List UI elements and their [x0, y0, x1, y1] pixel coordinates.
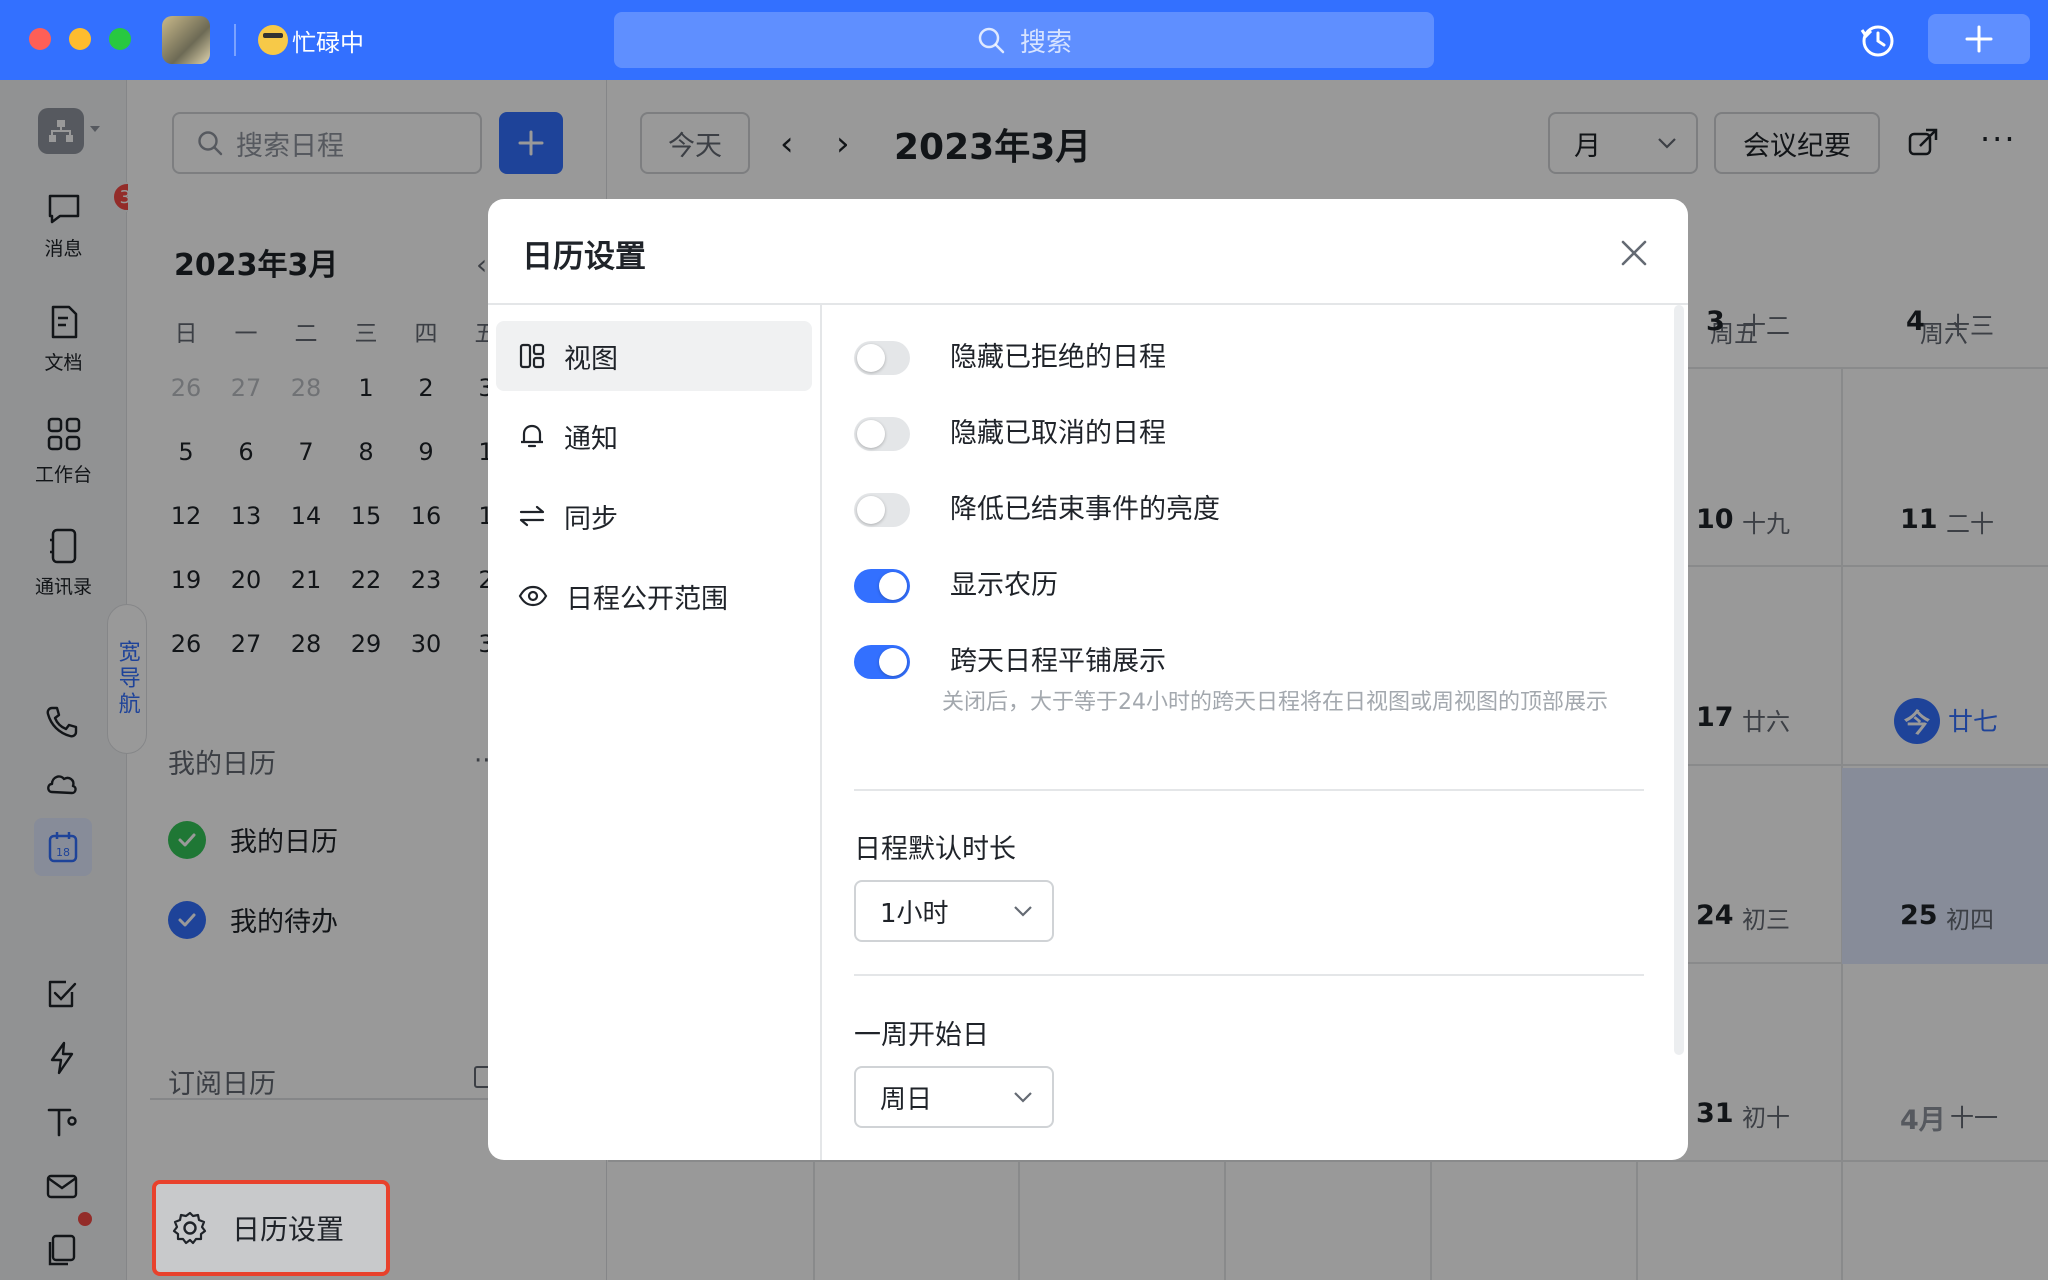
plus-icon — [1965, 25, 1993, 53]
setting-hide-cancelled[interactable]: 隐藏已取消的日程 — [854, 417, 1166, 451]
setting-dim-ended[interactable]: 降低已结束事件的亮度 — [854, 493, 1220, 527]
toggle-knob — [879, 648, 907, 676]
toggle-switch[interactable] — [854, 417, 910, 451]
dialog-title: 日历设置 — [522, 239, 646, 275]
settings-tab-visibility[interactable]: 日程公开范围 — [496, 561, 812, 631]
search-icon — [978, 27, 1005, 54]
close-icon[interactable] — [1614, 233, 1654, 273]
setting-show-lunar[interactable]: 显示农历 — [854, 569, 1058, 603]
settings-tab-label: 日程公开范围 — [566, 583, 728, 615]
global-search-input[interactable]: 搜索 — [614, 12, 1434, 68]
setting-label: 降低已结束事件的亮度 — [950, 494, 1220, 525]
week-start-value: 周日 — [880, 1084, 933, 1115]
user-status[interactable]: 忙碌中 — [258, 22, 364, 58]
week-start-label: 一周开始日 — [854, 1020, 989, 1051]
settings-tab-sync[interactable]: 同步 — [496, 481, 812, 551]
user-avatar[interactable] — [162, 16, 210, 64]
setting-description: 关闭后，大于等于24小时的跨天日程将在日视图或周视图的顶部展示 — [942, 690, 1608, 715]
toggle-knob — [857, 496, 885, 524]
setting-label: 隐藏已取消的日程 — [950, 418, 1166, 449]
calendar-settings-dialog: 日历设置 视图 通知 同步 日程公开范围 隐藏已拒绝的日程 隐藏已取消的日程 降… — [488, 199, 1688, 1160]
settings-tab-label: 视图 — [564, 343, 618, 375]
window-minimize-button[interactable] — [69, 28, 91, 50]
sync-icon — [519, 505, 545, 527]
title-bar: 忙碌中 搜索 — [0, 0, 2048, 80]
setting-label: 隐藏已拒绝的日程 — [950, 342, 1166, 373]
default-duration-select[interactable]: 1小时 — [854, 880, 1054, 942]
setting-label: 跨天日程平铺展示 — [950, 646, 1166, 677]
search-placeholder: 搜索 — [1019, 27, 1072, 58]
chevron-down-icon — [1014, 906, 1032, 917]
toggle-knob — [879, 572, 907, 600]
default-duration-value: 1小时 — [880, 898, 949, 929]
calendar-settings-label: 日历设置 — [232, 1213, 345, 1246]
dialog-scrollbar[interactable] — [1674, 305, 1684, 1055]
setting-label: 显示农历 — [950, 570, 1058, 601]
toggle-switch[interactable] — [854, 341, 910, 375]
window-zoom-button[interactable] — [109, 28, 131, 50]
toggle-switch[interactable] — [854, 645, 910, 679]
settings-tab-notification[interactable]: 通知 — [496, 401, 812, 471]
layout-icon — [519, 343, 545, 369]
title-divider — [234, 24, 236, 56]
bell-icon — [521, 424, 543, 448]
dialog-menu-divider — [820, 305, 822, 1160]
toggle-switch[interactable] — [854, 493, 910, 527]
toggle-knob — [857, 420, 885, 448]
eye-icon — [518, 585, 548, 607]
section-divider — [854, 974, 1644, 976]
settings-tab-view[interactable]: 视图 — [496, 321, 812, 391]
gear-icon — [172, 1211, 207, 1245]
settings-tab-label: 通知 — [564, 423, 618, 455]
create-button[interactable] — [1928, 14, 2030, 64]
setting-hide-declined[interactable]: 隐藏已拒绝的日程 — [854, 341, 1166, 375]
busy-emoji-icon — [258, 25, 288, 55]
section-divider — [854, 789, 1644, 791]
toggle-switch[interactable] — [854, 569, 910, 603]
chevron-down-icon — [1014, 1092, 1032, 1103]
window-close-button[interactable] — [29, 28, 51, 50]
dialog-header-divider — [488, 303, 1688, 305]
status-text: 忙碌中 — [292, 28, 364, 57]
calendar-settings-button[interactable]: 日历设置 — [152, 1180, 390, 1276]
default-duration-label: 日程默认时长 — [854, 834, 1016, 865]
week-start-select[interactable]: 周日 — [854, 1066, 1054, 1128]
history-icon[interactable] — [1858, 20, 1898, 60]
settings-tab-label: 同步 — [564, 503, 618, 535]
setting-tile-multiday[interactable]: 跨天日程平铺展示 — [854, 645, 1166, 679]
toggle-knob — [857, 344, 885, 372]
